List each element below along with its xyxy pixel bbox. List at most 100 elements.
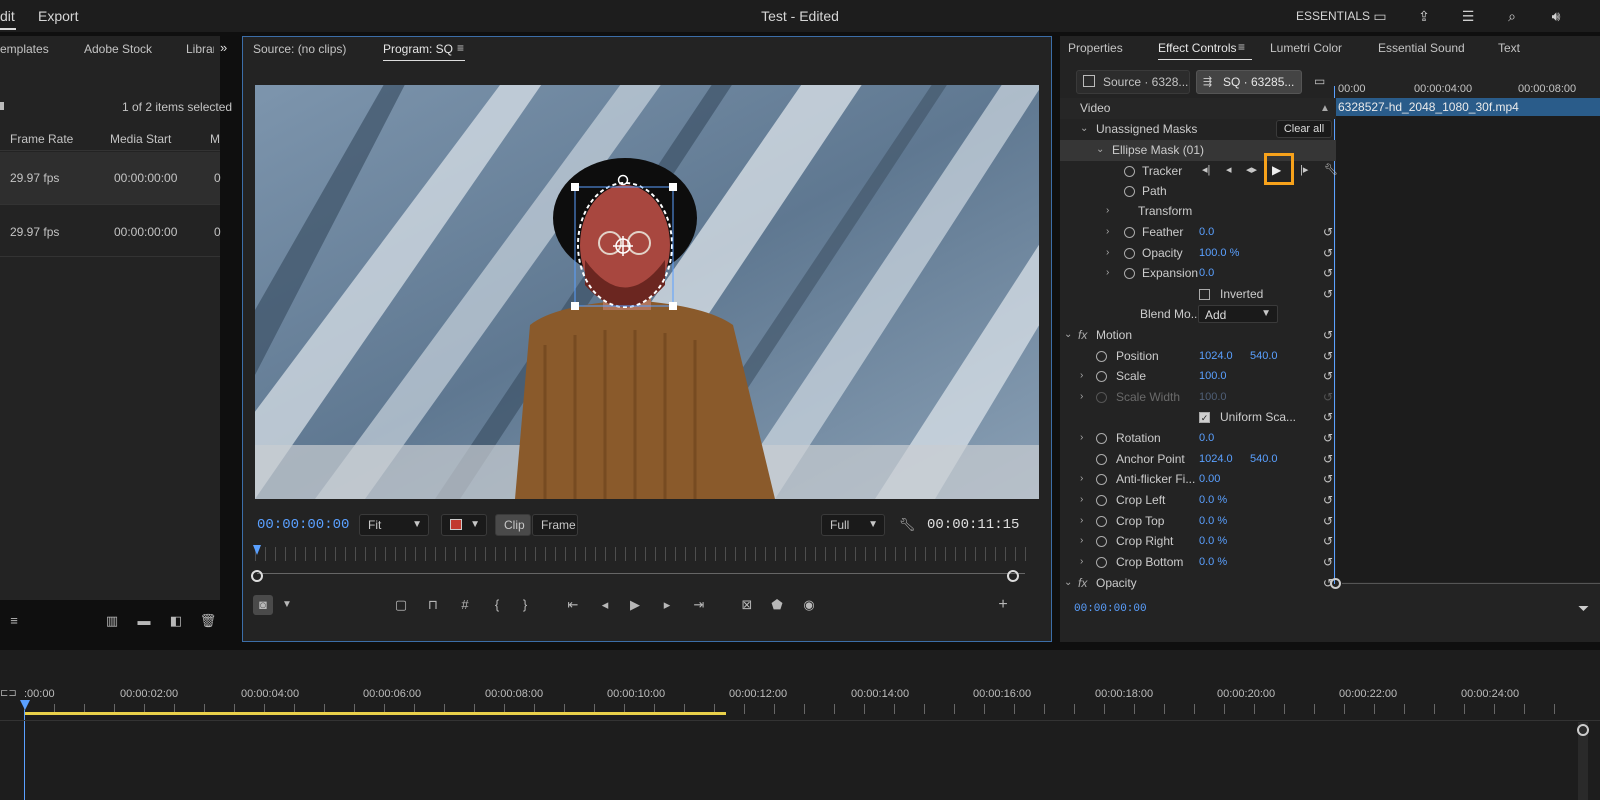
stopwatch-icon[interactable] xyxy=(1096,516,1107,527)
resolution-dropdown[interactable]: Full ▼ xyxy=(821,514,885,536)
templates-tab[interactable]: emplates xyxy=(0,42,49,56)
stopwatch-icon[interactable] xyxy=(1124,248,1135,259)
timeline-playhead[interactable] xyxy=(20,700,30,710)
clip-toggle[interactable]: Clip xyxy=(495,514,531,536)
program-monitor-tab[interactable]: Program: SQ xyxy=(383,42,453,56)
chevron-right-icon[interactable]: › xyxy=(1080,370,1083,381)
step-back-icon[interactable]: ◂ xyxy=(595,595,615,615)
stopwatch-icon[interactable] xyxy=(1096,536,1107,547)
crop-left-value[interactable]: 0.0 % xyxy=(1199,494,1227,506)
chevron-right-icon[interactable]: › xyxy=(1080,391,1083,402)
stopwatch-icon[interactable] xyxy=(1096,371,1107,382)
panel-menu-icon[interactable]: ≡ xyxy=(1238,40,1245,54)
anchor-x-value[interactable]: 1024.0 xyxy=(1199,453,1233,465)
chevron-down-icon[interactable]: ⌄ xyxy=(1064,329,1072,340)
uniform-scale-checkbox[interactable]: ✓ xyxy=(1199,412,1210,423)
clear-all-button[interactable]: Clear all xyxy=(1276,120,1332,138)
reset-icon[interactable]: ↺ xyxy=(1320,349,1336,363)
time-ruler[interactable] xyxy=(255,547,1027,561)
track-backward-icon[interactable]: ◂| xyxy=(1202,163,1210,176)
stopwatch-icon[interactable] xyxy=(1096,433,1107,444)
ellipse-mask-row[interactable]: ⌄ Ellipse Mask (01) xyxy=(1060,140,1336,161)
expansion-value[interactable]: 0.0 xyxy=(1199,267,1214,279)
reset-icon[interactable]: ↺ xyxy=(1320,369,1336,383)
camera-icon[interactable]: ◉ xyxy=(799,595,819,615)
new-bin-icon[interactable]: ▬ xyxy=(134,611,154,631)
overlay-dropdown[interactable]: ▼ xyxy=(441,514,487,536)
settings-sliders-icon[interactable]: ☰ xyxy=(1458,6,1478,26)
stopwatch-icon[interactable] xyxy=(1096,351,1107,362)
more-tabs-icon[interactable]: » xyxy=(220,40,227,55)
reset-icon[interactable]: ↺ xyxy=(1320,514,1336,528)
playhead[interactable] xyxy=(253,545,261,555)
panel-menu-icon[interactable]: ≡ xyxy=(457,41,464,55)
reset-icon[interactable]: ↺ xyxy=(1320,225,1336,239)
fit-dropdown[interactable]: Fit ▼ xyxy=(359,514,429,536)
anti-flicker-value[interactable]: 0.00 xyxy=(1199,473,1220,485)
ec-keyframe-area[interactable] xyxy=(1336,116,1600,582)
chevron-down-icon[interactable]: ⌄ xyxy=(1080,123,1088,134)
stopwatch-icon[interactable] xyxy=(1124,186,1135,197)
crop-right-value[interactable]: 0.0 % xyxy=(1199,535,1227,547)
reset-icon[interactable]: ↺ xyxy=(1320,431,1336,445)
filter-icon[interactable]: ⏷ xyxy=(1578,600,1589,617)
video-frame[interactable] xyxy=(255,85,1039,499)
feather-value[interactable]: 0.0 xyxy=(1199,226,1214,238)
panel-layout-icon[interactable]: ▭ xyxy=(1370,6,1390,26)
reset-icon[interactable]: ↺ xyxy=(1320,555,1336,569)
stopwatch-icon[interactable] xyxy=(1124,166,1135,177)
wrench-icon[interactable]: 🔧︎ xyxy=(1324,163,1338,176)
ec-scroll-handle[interactable] xyxy=(1330,578,1341,589)
track-back-frame-icon[interactable]: ◂ xyxy=(1226,163,1232,176)
reset-icon[interactable]: ↺ xyxy=(1320,266,1336,280)
freeform-view-icon[interactable]: ▥ xyxy=(102,611,122,631)
search-icon[interactable]: ⌕ xyxy=(1502,6,1522,26)
reset-icon[interactable]: ↺ xyxy=(1320,246,1336,260)
list-icon[interactable]: ≡ xyxy=(4,611,24,631)
mask-icon[interactable]: ◙ xyxy=(253,595,273,615)
reset-icon[interactable]: ↺ xyxy=(1320,534,1336,548)
trash-icon[interactable]: 🗑︎ xyxy=(198,611,218,631)
crop-top-value[interactable]: 0.0 % xyxy=(1199,515,1227,527)
track-forward-icon[interactable]: ▶ xyxy=(1272,163,1281,177)
marker-icon[interactable]: ⬟ xyxy=(767,595,787,615)
blend-mode-dropdown[interactable]: Add ▼ xyxy=(1198,305,1278,323)
share-icon[interactable]: ⇪ xyxy=(1414,6,1434,26)
chevron-right-icon[interactable]: › xyxy=(1080,432,1083,443)
position-y-value[interactable]: 540.0 xyxy=(1250,350,1278,362)
add-button-icon[interactable]: + xyxy=(993,595,1013,615)
play-icon[interactable]: ▶ xyxy=(625,595,645,615)
current-timecode[interactable]: 00:00:00:00 xyxy=(257,517,349,533)
stopwatch-icon[interactable] xyxy=(1096,474,1107,485)
anchor-y-value[interactable]: 540.0 xyxy=(1250,453,1278,465)
stopwatch-icon[interactable] xyxy=(1096,495,1107,506)
chevron-right-icon[interactable]: › xyxy=(1106,247,1109,258)
reset-icon[interactable]: ↺ xyxy=(1320,328,1336,342)
table-row[interactable]: 29.97 fps 00:00:00:00 0 xyxy=(0,152,221,204)
scroll-handle-left[interactable] xyxy=(251,570,263,582)
reset-icon[interactable]: ↺ xyxy=(1320,493,1336,507)
reset-icon[interactable]: ↺ xyxy=(1320,287,1336,301)
chevron-right-icon[interactable]: › xyxy=(1106,226,1109,237)
ruler-icon[interactable]: ⊓ xyxy=(423,595,443,615)
reset-icon[interactable]: ↺ xyxy=(1320,410,1336,424)
position-x-value[interactable]: 1024.0 xyxy=(1199,350,1233,362)
stopwatch-icon[interactable] xyxy=(1124,227,1135,238)
mark-out-icon[interactable]: } xyxy=(515,595,535,615)
libraries-tab[interactable]: Librar xyxy=(186,42,214,56)
chevron-right-icon[interactable]: › xyxy=(1080,494,1083,505)
column-media-start[interactable]: Media Start xyxy=(110,132,171,146)
table-row[interactable]: 29.97 fps 00:00:00:00 0 xyxy=(0,206,221,256)
multicam-icon[interactable]: ⊠ xyxy=(737,595,757,615)
sequence-chip[interactable]: ⇶ SQ · 63285... xyxy=(1196,70,1302,94)
chevron-right-icon[interactable]: › xyxy=(1106,267,1109,278)
frame-toggle[interactable]: Frame xyxy=(532,514,578,536)
volume-icon[interactable]: 🔊︎ xyxy=(1546,6,1566,26)
crop-bottom-value[interactable]: 0.0 % xyxy=(1199,556,1227,568)
source-monitor-tab[interactable]: Source: (no clips) xyxy=(253,42,346,56)
track-options-icon[interactable]: ◂▸ xyxy=(1246,163,1257,176)
chevron-down-icon[interactable]: ⌄ xyxy=(1096,144,1104,155)
stopwatch-icon[interactable] xyxy=(1096,454,1107,465)
chevron-right-icon[interactable]: › xyxy=(1106,205,1109,216)
step-forward-icon[interactable]: ▸ xyxy=(657,595,677,615)
